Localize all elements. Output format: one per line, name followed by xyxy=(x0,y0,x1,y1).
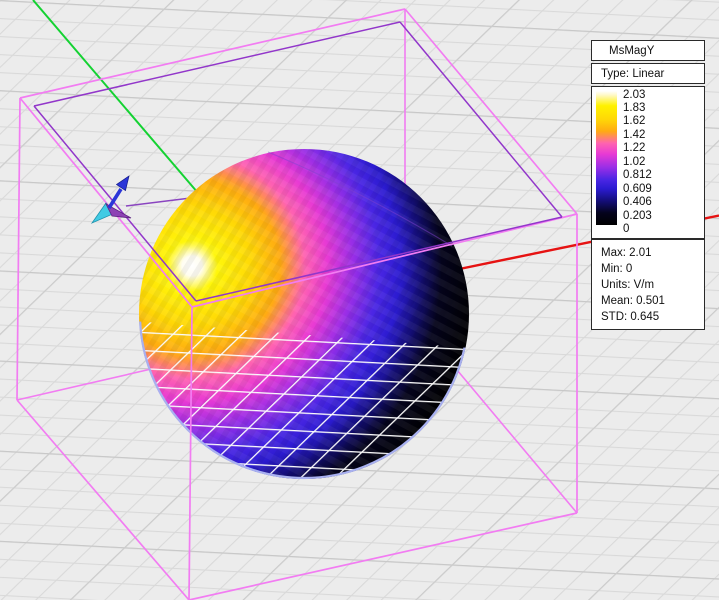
colorbar-tick-label: 1.62 xyxy=(623,116,645,127)
legend-panel[interactable]: MsMagY Type: Linear 2.03 1.83 1.62 1.42 … xyxy=(591,40,705,330)
colorbar-tick-label: 1.02 xyxy=(623,157,645,168)
legend-colorbar-section: 2.03 1.83 1.62 1.42 1.22 1.02 0.812 0.60… xyxy=(591,86,705,239)
stat-std: STD: 0.645 xyxy=(601,309,704,325)
legend-scale-type: Type: Linear xyxy=(591,63,705,84)
legend-title: MsMagY xyxy=(591,40,705,61)
colorbar-tick-label: 0 xyxy=(623,224,629,235)
stat-mean: Mean: 0.501 xyxy=(601,293,704,309)
colorbar-tick-label: 1.22 xyxy=(623,143,645,154)
colorbar-tick-label: 0.812 xyxy=(623,170,652,181)
stat-max: Max: 2.01 xyxy=(601,245,704,261)
colorbar-tick-label: 0.406 xyxy=(623,197,652,208)
legend-stats: Max: 2.01 Min: 0 Units: V/m Mean: 0.501 … xyxy=(591,239,705,330)
3d-viewport[interactable]: MsMagY Type: Linear 2.03 1.83 1.62 1.42 … xyxy=(0,0,719,600)
colorbar-gradient xyxy=(596,91,617,225)
stat-min: Min: 0 xyxy=(601,261,704,277)
colorbar-tick-label: 0.203 xyxy=(623,211,652,222)
colorbar-tick-label: 1.83 xyxy=(623,103,645,114)
colorbar-tick-label: 2.03 xyxy=(623,90,645,101)
colorbar-tick-label: 1.42 xyxy=(623,130,645,141)
stat-units: Units: V/m xyxy=(601,277,704,293)
colorbar-tick-label: 0.609 xyxy=(623,184,652,195)
colorbar-labels: 2.03 1.83 1.62 1.42 1.22 1.02 0.812 0.60… xyxy=(623,91,701,231)
